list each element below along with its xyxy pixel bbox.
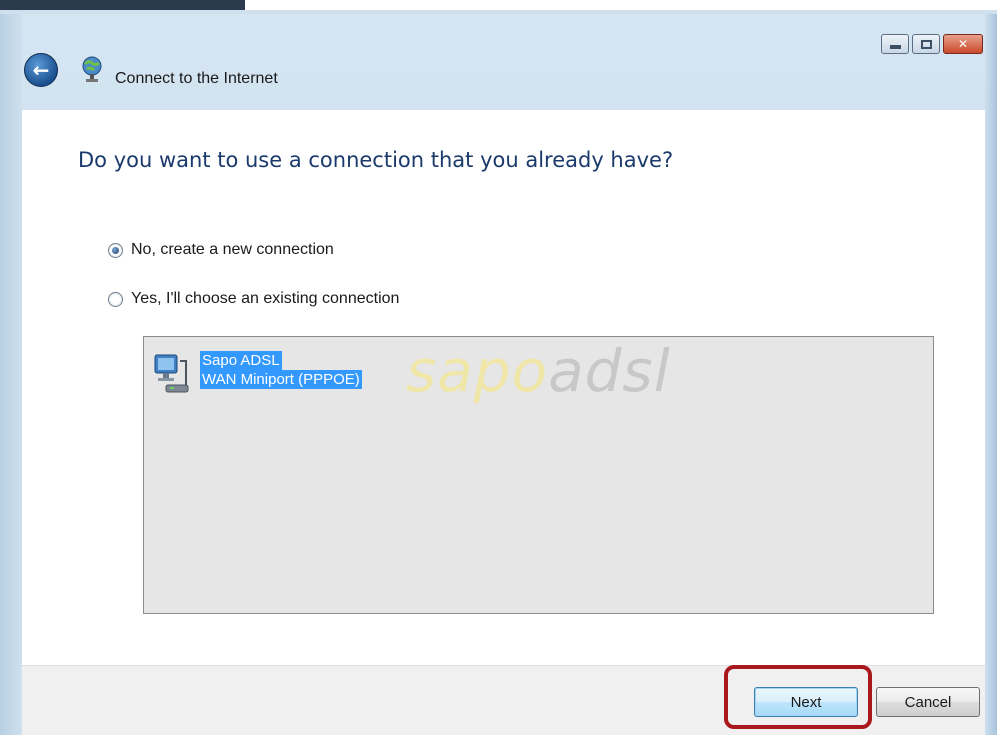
minimize-icon — [882, 35, 908, 53]
wizard-content: Do you want to use a connection that you… — [22, 110, 985, 665]
back-button[interactable]: ← — [24, 53, 58, 87]
window-title: Connect to the Internet — [115, 70, 278, 87]
close-button[interactable]: ✕ — [943, 34, 983, 54]
caption-buttons: ✕ — [881, 34, 983, 54]
title-bar: ✕ — [0, 14, 997, 110]
network-connection-icon — [154, 354, 189, 393]
watermark: sapoadsl — [406, 337, 671, 405]
radio-button-selected[interactable] — [108, 242, 123, 258]
option-new-connection[interactable]: No, create a new connection — [108, 241, 334, 259]
connection-item-text: Sapo ADSL WAN Miniport (PPPOE) — [200, 351, 362, 389]
close-icon: ✕ — [957, 37, 969, 51]
page-heading: Do you want to use a connection that you… — [78, 148, 674, 172]
minimize-button[interactable] — [881, 34, 909, 54]
maximize-button[interactable] — [912, 34, 940, 54]
back-arrow-icon: ← — [32, 58, 50, 82]
next-button[interactable]: Next — [754, 687, 858, 717]
connection-item-sapo-adsl[interactable]: Sapo ADSL WAN Miniport (PPPOE) — [152, 351, 362, 397]
button-bar: Next Cancel — [22, 665, 985, 735]
network-globe-icon — [82, 56, 102, 82]
option-existing-connection-label: Yes, I'll choose an existing connection — [131, 290, 400, 307]
option-existing-connection[interactable]: Yes, I'll choose an existing connection — [108, 290, 399, 308]
option-new-connection-label: No, create a new connection — [131, 241, 334, 258]
radio-button-unselected[interactable] — [108, 291, 123, 307]
connection-name: Sapo ADSL — [200, 351, 282, 370]
cancel-button[interactable]: Cancel — [876, 687, 980, 717]
connection-device: WAN Miniport (PPPOE) — [200, 370, 362, 389]
window-right-frame — [985, 14, 997, 735]
maximize-icon — [913, 35, 939, 53]
window-left-frame — [0, 14, 22, 735]
connection-list[interactable]: sapoadsl Sapo ADSL WAN Miniport (PPPOE) — [143, 336, 934, 614]
